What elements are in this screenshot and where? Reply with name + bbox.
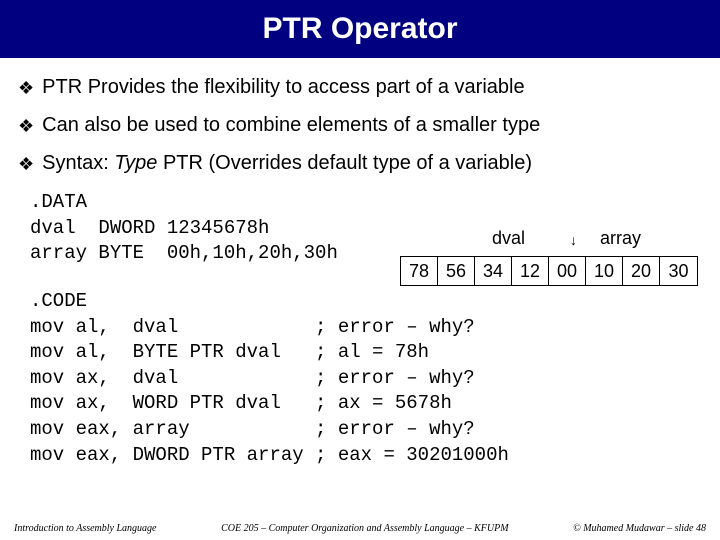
bullet-2: ❖ Can also be used to combine elements o… [18,114,702,138]
syntax-rest: PTR (Overrides default type of a variabl… [157,152,532,174]
bullet-2-text: Can also be used to combine elements of … [42,114,540,137]
bullet-1: ❖ PTR Provides the flexibility to access… [18,76,702,100]
footer: Introduction to Assembly Language COE 20… [0,523,720,534]
bullet-1-text: PTR Provides the flexibility to access p… [42,76,524,99]
diamond-icon: ❖ [18,114,34,138]
mem-cell: 78 [401,257,438,285]
mem-cell: 00 [549,257,586,285]
label-dval: dval [492,228,525,249]
mem-cell: 20 [623,257,660,285]
mem-cell: 34 [475,257,512,285]
code-section-code: .CODE mov al, dval ; error – why? mov al… [18,289,702,468]
mem-cell: 30 [660,257,697,285]
label-array: array [600,228,641,249]
footer-right: © Muhamed Mudawar – slide 48 [573,523,706,534]
mem-cell: 56 [438,257,475,285]
mem-cell: 12 [512,257,549,285]
memory-diagram: dval ↓ array 78 56 34 12 00 10 20 30 [400,228,698,286]
slide-title: PTR Operator [262,12,457,46]
footer-center: COE 205 – Computer Organization and Asse… [157,523,574,534]
syntax-prefix: Syntax: [42,152,114,174]
bullet-3-text: Syntax: Type PTR (Overrides default type… [42,152,532,175]
mem-cell: 10 [586,257,623,285]
syntax-type: Type [114,152,157,174]
diamond-icon: ❖ [18,76,34,100]
arrow-down-icon: ↓ [570,232,577,248]
memory-cells: 78 56 34 12 00 10 20 30 [400,256,698,286]
diamond-icon: ❖ [18,152,34,176]
bullet-3: ❖ Syntax: Type PTR (Overrides default ty… [18,152,702,176]
footer-left: Introduction to Assembly Language [14,523,157,534]
title-bar: PTR Operator [0,0,720,58]
memory-labels: dval ↓ array [400,228,698,256]
